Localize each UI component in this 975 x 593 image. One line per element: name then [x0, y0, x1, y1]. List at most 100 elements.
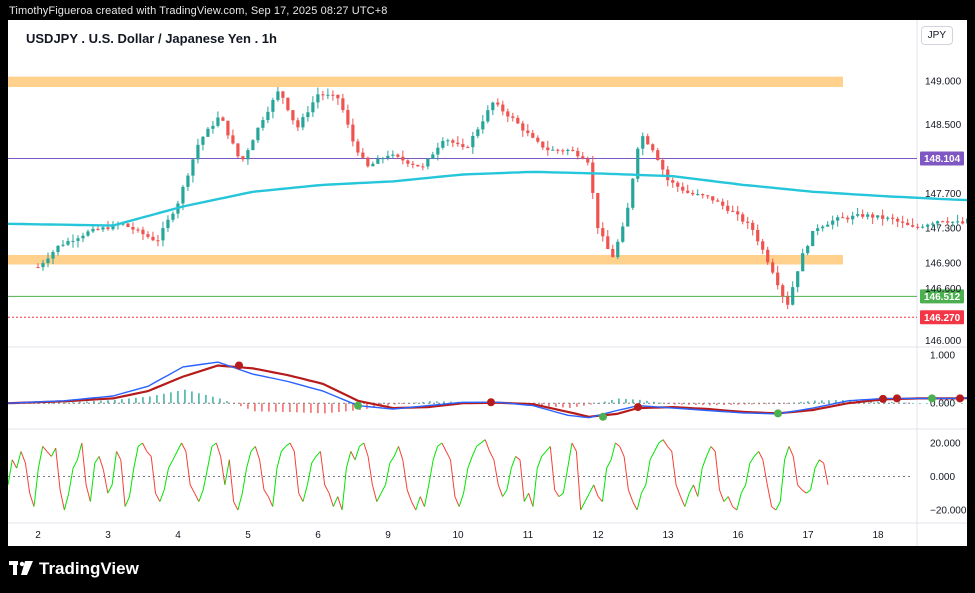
osc-segment	[107, 484, 113, 494]
macd-histogram-bar	[163, 393, 165, 404]
candle-body	[616, 241, 620, 258]
candle-body	[216, 117, 220, 126]
candle-body	[766, 249, 770, 263]
osc-segment	[402, 459, 408, 490]
osc-segment	[306, 463, 313, 485]
candle-body	[386, 155, 390, 159]
candle-body	[881, 215, 885, 219]
osc-segment	[484, 439, 491, 452]
currency-button[interactable]: JPY	[920, 26, 953, 45]
candle-body	[391, 154, 395, 156]
macd-histogram-bar	[93, 401, 95, 404]
candle-body	[371, 163, 375, 167]
osc-segment	[272, 468, 278, 507]
macd-histogram-bar	[443, 401, 445, 404]
candle-body	[631, 178, 635, 208]
candle-body	[611, 248, 615, 258]
osc-segment	[732, 506, 738, 511]
candle-body	[606, 236, 610, 249]
macd-histogram-bar	[387, 403, 389, 406]
macd-histogram-bar	[758, 403, 760, 405]
osc-segment	[549, 446, 556, 490]
macd-histogram-bar	[436, 401, 438, 404]
candle-body	[821, 226, 825, 229]
macd-histogram-bar	[793, 402, 795, 404]
candle-body	[471, 135, 475, 148]
candle-body	[261, 120, 265, 128]
candle-body	[546, 147, 550, 151]
time-tick-label: 3	[105, 530, 111, 541]
candle-body	[61, 244, 65, 246]
osc-segment	[116, 451, 122, 461]
macd-histogram-bar	[205, 394, 207, 404]
osc-segment	[684, 493, 690, 507]
osc-segment	[740, 484, 747, 494]
osc-segment	[571, 442, 577, 452]
candle-body	[571, 149, 575, 151]
chart-title: USDJPY . U.S. Dollar / Japanese Yen . 1h	[26, 31, 277, 46]
candle-body	[196, 144, 200, 160]
osc-segment	[207, 446, 213, 469]
candle-body	[281, 91, 285, 98]
candle-body	[521, 123, 525, 131]
candle-body	[51, 252, 55, 259]
candle-body	[946, 221, 950, 223]
osc-segment	[432, 446, 438, 460]
osc-segment	[319, 451, 326, 485]
macd-histogram-bar	[121, 399, 123, 404]
osc-segment	[714, 451, 720, 490]
candle-body	[921, 226, 925, 228]
osc-segment	[662, 439, 668, 447]
osc-segment	[597, 496, 603, 502]
macd-cross-dot	[879, 394, 887, 403]
candle-body	[66, 241, 70, 245]
macd-histogram-bar	[191, 391, 193, 404]
osc-segment	[159, 489, 165, 502]
osc-segment	[37, 446, 44, 469]
osc-segment	[567, 442, 573, 469]
osc-segment	[615, 442, 621, 447]
osc-segment	[719, 489, 725, 502]
osc-segment	[788, 446, 794, 457]
osc-segment	[263, 489, 269, 497]
osc-segment	[315, 451, 321, 457]
macd-histogram-bar	[303, 403, 305, 413]
candle-body	[41, 263, 45, 268]
macd-histogram-bar	[828, 400, 830, 404]
osc-segment	[450, 459, 456, 497]
chart-panel[interactable]: 148.104 146.512 146.270 149.000 148.500 147.7…	[8, 20, 967, 546]
osc-segment	[693, 484, 699, 497]
macd-histogram-bar	[149, 396, 151, 404]
macd-histogram-bar	[345, 403, 347, 412]
macd-histogram-bar	[233, 403, 235, 405]
osc-segment	[11, 459, 18, 469]
candle-body	[831, 220, 835, 225]
chart-canvas[interactable]: 148.104146.512146.270149.000148.500147.7…	[8, 20, 967, 546]
candle-body	[911, 225, 915, 227]
osc-segment	[667, 446, 673, 452]
time-tick-label: 11	[523, 530, 534, 541]
osc-segment	[85, 484, 91, 502]
candle-body	[941, 221, 945, 223]
macd-histogram-bar	[142, 397, 144, 404]
macd-histogram-bar	[779, 403, 781, 405]
osc-segment	[133, 446, 139, 469]
candle-body	[486, 110, 490, 122]
osc-segment	[345, 451, 352, 469]
time-tick-label: 16	[732, 530, 744, 541]
osc-segment	[805, 489, 811, 494]
candle-body	[316, 94, 320, 103]
osc-segment	[289, 442, 295, 452]
osc-segment	[332, 496, 339, 507]
candle-body	[761, 241, 765, 250]
osc-segment	[68, 468, 74, 494]
candle-body	[256, 127, 260, 141]
macd-histogram-bar	[324, 403, 326, 414]
macd-histogram-bar	[716, 403, 718, 406]
macd-histogram-bar	[135, 397, 137, 404]
candle-body	[901, 221, 905, 223]
price-level-label: 148.104	[924, 154, 961, 165]
candle-body	[201, 136, 205, 145]
macd-histogram-bar	[569, 403, 571, 408]
osc-segment	[341, 468, 347, 511]
